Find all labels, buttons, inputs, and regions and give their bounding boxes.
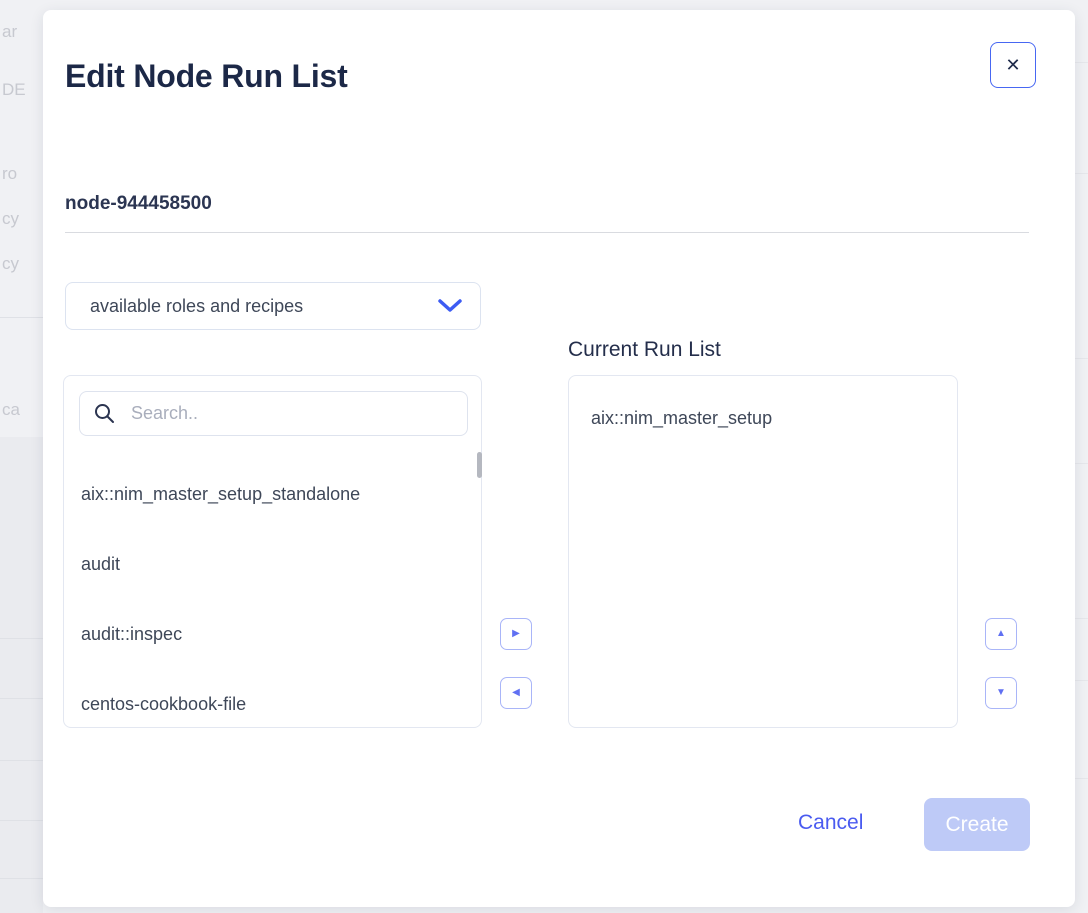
background-text-fragment: cy bbox=[2, 254, 19, 274]
current-run-list-title: Current Run List bbox=[568, 338, 721, 362]
close-icon: ✕ bbox=[1005, 55, 1020, 76]
available-list-panel: aix::nim_master_setup_standaloneauditaud… bbox=[63, 375, 482, 728]
arrow-right-icon: ▶ bbox=[512, 629, 520, 639]
backdrop-row-divider bbox=[1075, 680, 1088, 681]
move-right-button[interactable]: ▶ bbox=[500, 618, 532, 650]
available-list-item[interactable]: audit::inspec bbox=[64, 599, 475, 669]
move-up-button[interactable]: ▲ bbox=[985, 618, 1017, 650]
available-items-list: aix::nim_master_setup_standaloneauditaud… bbox=[64, 459, 475, 739]
edit-node-run-list-dialog: ✕ Edit Node Run List node-944458500 avai… bbox=[43, 10, 1075, 907]
backdrop-row-divider bbox=[0, 698, 43, 699]
arrow-down-icon: ▼ bbox=[996, 688, 1006, 698]
background-text-fragment: cy bbox=[2, 209, 19, 229]
search-icon bbox=[94, 403, 115, 424]
background-text-fragment: ca bbox=[2, 400, 20, 420]
available-list-item[interactable]: audit bbox=[64, 529, 475, 599]
scrollbar-thumb[interactable] bbox=[477, 452, 482, 478]
backdrop-row-divider bbox=[1075, 62, 1088, 63]
search-box bbox=[79, 391, 468, 436]
dialog-title: Edit Node Run List bbox=[65, 58, 348, 95]
cancel-button[interactable]: Cancel bbox=[798, 811, 863, 835]
backdrop-row-divider bbox=[0, 317, 43, 318]
node-name: node-944458500 bbox=[65, 193, 212, 215]
backdrop-row-divider bbox=[1075, 463, 1088, 464]
backdrop-row-divider bbox=[0, 820, 43, 821]
search-input[interactable] bbox=[129, 402, 453, 425]
available-list-item[interactable]: aix::nim_master_setup_standalone bbox=[64, 459, 475, 529]
backdrop-row-divider bbox=[1075, 778, 1088, 779]
backdrop-row-divider bbox=[0, 638, 43, 639]
backdrop-row-divider bbox=[0, 878, 43, 879]
background-text-fragment: DE bbox=[2, 80, 26, 100]
arrow-up-icon: ▲ bbox=[996, 629, 1006, 639]
backdrop-row-divider bbox=[1075, 358, 1088, 359]
move-down-button[interactable]: ▼ bbox=[985, 677, 1017, 709]
dropdown-selected-value: available roles and recipes bbox=[90, 296, 303, 317]
chevron-down-icon bbox=[438, 299, 462, 313]
run-list-item[interactable]: aix::nim_master_setup bbox=[569, 396, 957, 441]
background-band bbox=[0, 437, 43, 913]
node-name-divider bbox=[65, 232, 1029, 233]
backdrop-row-divider bbox=[1075, 618, 1088, 619]
available-list-item[interactable]: centos-cookbook-file bbox=[64, 669, 475, 739]
background-text-fragment: ro bbox=[2, 164, 17, 184]
roles-recipes-dropdown[interactable]: available roles and recipes bbox=[65, 282, 481, 330]
close-button[interactable]: ✕ bbox=[990, 42, 1036, 88]
backdrop-row-divider bbox=[1075, 173, 1088, 174]
arrow-left-icon: ◀ bbox=[512, 688, 520, 698]
current-run-list-panel: aix::nim_master_setup bbox=[568, 375, 958, 728]
create-button[interactable]: Create bbox=[924, 798, 1030, 851]
backdrop-row-divider bbox=[0, 760, 43, 761]
current-run-list: aix::nim_master_setup bbox=[569, 396, 957, 441]
move-left-button[interactable]: ◀ bbox=[500, 677, 532, 709]
background-text-fragment: ar bbox=[2, 22, 17, 42]
page-backdrop: ar DE ro cy cy ca ✕ Edit Node Run List node-9… bbox=[0, 0, 1088, 913]
